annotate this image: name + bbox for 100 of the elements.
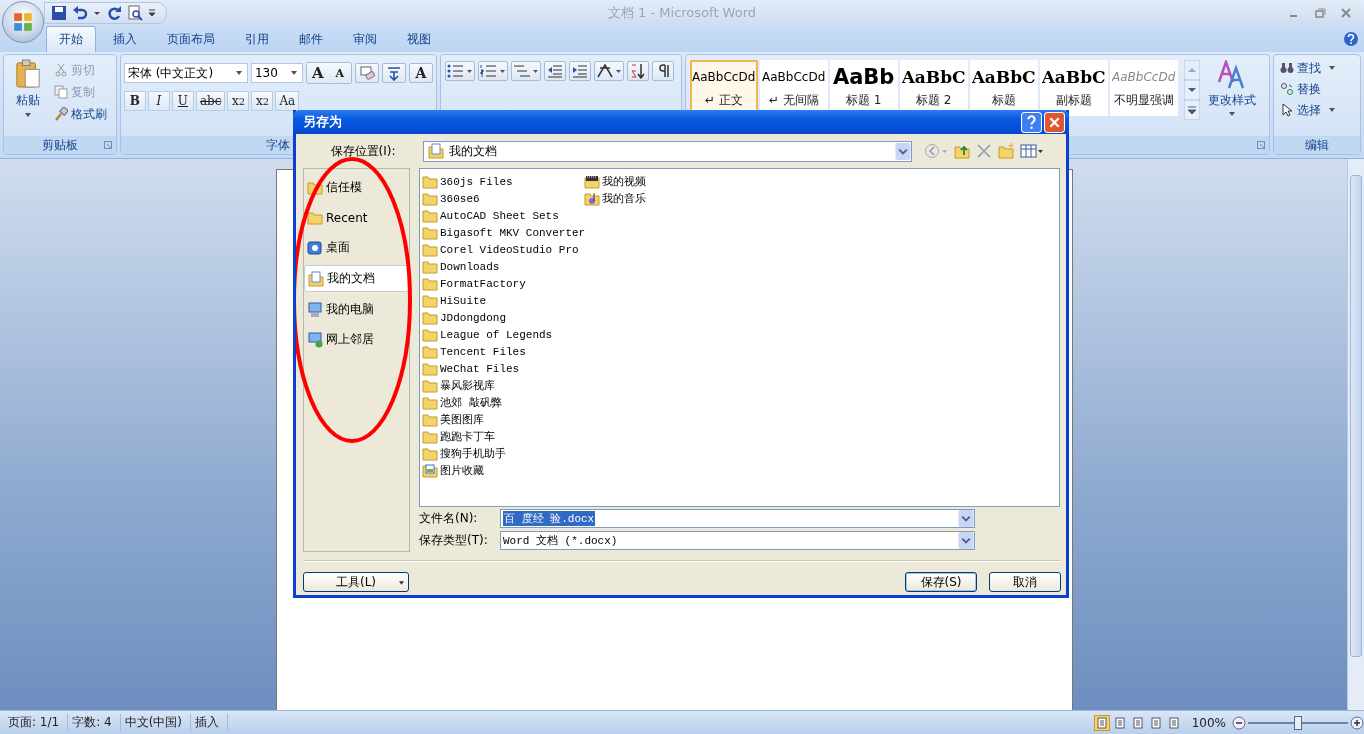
replace-button[interactable]: 替换 bbox=[1280, 80, 1354, 98]
dialog-launcher-icon[interactable] bbox=[1257, 141, 1266, 149]
shrink-font-button[interactable]: A bbox=[328, 63, 351, 83]
word-count[interactable]: 字数: 4 bbox=[68, 714, 121, 731]
page-count[interactable]: 页面: 1/1 bbox=[4, 714, 69, 731]
grow-font-button[interactable]: A bbox=[306, 63, 329, 83]
dialog-launcher-icon[interactable] bbox=[103, 141, 112, 149]
show-marks-button[interactable] bbox=[651, 61, 674, 81]
file-list-item[interactable]: WeChat Files bbox=[422, 360, 584, 377]
eraser-icon bbox=[358, 65, 375, 81]
insert-mode-indicator[interactable]: 插入 bbox=[191, 714, 229, 731]
format-button[interactable]: I bbox=[147, 91, 170, 111]
file-list-item[interactable]: FormatFactory bbox=[422, 275, 584, 292]
close-icon[interactable] bbox=[1340, 7, 1352, 19]
font-name-dropdown[interactable]: 宋体 (中文正文) bbox=[123, 63, 248, 83]
format-button[interactable]: abc bbox=[195, 91, 226, 111]
vertical-scrollbar[interactable] bbox=[1347, 159, 1364, 710]
ribbon-tab[interactable]: 审阅 bbox=[340, 26, 390, 52]
character-border-button[interactable]: A bbox=[408, 63, 433, 83]
file-list-item[interactable]: League of Legends bbox=[422, 326, 584, 343]
window-title: 文档 1 - Microsoft Word bbox=[607, 4, 757, 22]
file-list-item[interactable]: 搜狗手机助手 bbox=[422, 445, 584, 462]
places-item[interactable]: 信任模 bbox=[304, 175, 409, 200]
file-list-item[interactable]: AutoCAD Sheet Sets bbox=[422, 207, 584, 224]
file-list-item[interactable]: 360js Files bbox=[422, 173, 584, 190]
restore-icon[interactable] bbox=[1314, 7, 1326, 19]
file-type-dropdown[interactable]: Word 文档 (*.docx) bbox=[500, 531, 975, 550]
more-icon[interactable] bbox=[1183, 100, 1200, 120]
ribbon-tab[interactable]: 引用 bbox=[232, 26, 282, 52]
zoom-out-icon[interactable] bbox=[1232, 715, 1246, 730]
file-list-item[interactable]: 我的视频 bbox=[584, 173, 746, 190]
increase-indent-button[interactable] bbox=[568, 61, 591, 81]
ribbon-tab[interactable]: 开始 bbox=[46, 26, 96, 52]
redo-icon[interactable] bbox=[106, 5, 122, 21]
change-styles-button[interactable]: 更改样式 bbox=[1207, 60, 1256, 117]
zoom-in-icon[interactable] bbox=[1350, 715, 1364, 730]
customize-menu-icon[interactable] bbox=[148, 9, 156, 17]
file-list-item[interactable]: 暴风影视库 bbox=[422, 377, 584, 394]
format-painter-button[interactable]: 格式刷 bbox=[54, 105, 107, 123]
dialog-title: 另存为 bbox=[303, 113, 342, 131]
file-name-field[interactable]: 百 度经 验.docx bbox=[500, 509, 975, 528]
decrease-indent-button[interactable] bbox=[543, 61, 566, 81]
file-list-item[interactable]: 美图图库 bbox=[422, 411, 584, 428]
cancel-button[interactable]: 取消 bbox=[989, 572, 1061, 592]
file-list-item[interactable]: Bigasoft MKV Converter bbox=[422, 224, 584, 241]
undo-icon[interactable] bbox=[72, 5, 88, 21]
style-gallery-item[interactable]: AaBbCcDd 不明显强调 bbox=[1109, 60, 1178, 116]
phonetic-guide-button[interactable] bbox=[381, 63, 406, 83]
zoom-slider[interactable] bbox=[1248, 715, 1348, 730]
places-item[interactable]: Recent bbox=[304, 205, 409, 230]
help-icon[interactable] bbox=[1021, 111, 1042, 133]
sort-button[interactable] bbox=[626, 61, 649, 81]
ribbon-tab[interactable]: 视图 bbox=[394, 26, 444, 52]
find-button[interactable]: 查找 bbox=[1280, 59, 1354, 77]
clipboard-icon bbox=[15, 59, 41, 89]
save-in-dropdown[interactable]: 我的文档 bbox=[423, 140, 912, 162]
language-indicator[interactable]: 中文(中国) bbox=[120, 714, 192, 731]
ribbon-tab[interactable]: 页面布局 bbox=[154, 26, 228, 52]
file-list-item[interactable]: Corel VideoStudio Pro bbox=[422, 241, 584, 258]
places-item[interactable]: 网上邻居 bbox=[304, 327, 409, 352]
places-item[interactable]: 桌面 bbox=[304, 235, 409, 260]
file-list-item[interactable]: 跑跑卡丁车 bbox=[422, 428, 584, 445]
font-size-dropdown[interactable]: 130 bbox=[250, 63, 303, 83]
tools-button[interactable]: 工具(L) bbox=[303, 572, 409, 592]
clear-formatting-button[interactable] bbox=[354, 63, 379, 83]
format-button[interactable]: Aa bbox=[275, 91, 300, 111]
up-folder-icon[interactable] bbox=[954, 143, 970, 159]
file-list-item[interactable]: JDdongdong bbox=[422, 309, 584, 326]
places-item[interactable]: 我的文档 bbox=[304, 265, 409, 292]
format-button[interactable]: U bbox=[171, 91, 194, 111]
print-preview-icon[interactable] bbox=[127, 5, 143, 21]
ribbon-tab[interactable]: 插入 bbox=[100, 26, 150, 52]
multilevel-list-button[interactable] bbox=[510, 61, 541, 81]
bullets-button[interactable] bbox=[444, 61, 475, 81]
dropdown-arrow-icon[interactable] bbox=[93, 9, 101, 17]
format-button[interactable]: B bbox=[123, 91, 146, 111]
places-item[interactable]: 我的电脑 bbox=[304, 297, 409, 322]
file-list-item[interactable]: 360se6 bbox=[422, 190, 584, 207]
zoom-level[interactable]: 100% bbox=[1191, 715, 1226, 730]
file-list-item[interactable]: 我的音乐 bbox=[584, 190, 746, 207]
views-menu-icon[interactable] bbox=[1020, 143, 1044, 159]
select-button[interactable]: 选择 bbox=[1280, 101, 1354, 119]
ribbon-tab[interactable]: 邮件 bbox=[286, 26, 336, 52]
file-list-item[interactable]: 池郊 敲矾弊 bbox=[422, 394, 584, 411]
office-button[interactable] bbox=[2, 1, 44, 43]
style-gallery-item[interactable]: AaBbC 副标题 bbox=[1039, 60, 1108, 116]
file-list-item[interactable]: 图片收藏 bbox=[422, 462, 584, 479]
paste-button[interactable]: 粘贴 bbox=[6, 59, 50, 132]
scroll-down-icon[interactable] bbox=[1183, 80, 1200, 100]
file-list-item[interactable]: Tencent Files bbox=[422, 343, 584, 360]
zoom-slider-thumb[interactable] bbox=[1294, 715, 1302, 730]
help-icon[interactable] bbox=[1343, 31, 1359, 47]
file-list-item[interactable]: Downloads bbox=[422, 258, 584, 275]
delete-icon[interactable] bbox=[976, 143, 992, 159]
save-button[interactable]: 保存(S) bbox=[905, 572, 977, 592]
save-icon[interactable] bbox=[51, 5, 67, 21]
chinese-layout-button[interactable] bbox=[593, 61, 624, 81]
numbering-button[interactable] bbox=[477, 61, 508, 81]
file-list-item[interactable]: HiSuite bbox=[422, 292, 584, 309]
view-mode-icon[interactable] bbox=[1093, 714, 1110, 731]
